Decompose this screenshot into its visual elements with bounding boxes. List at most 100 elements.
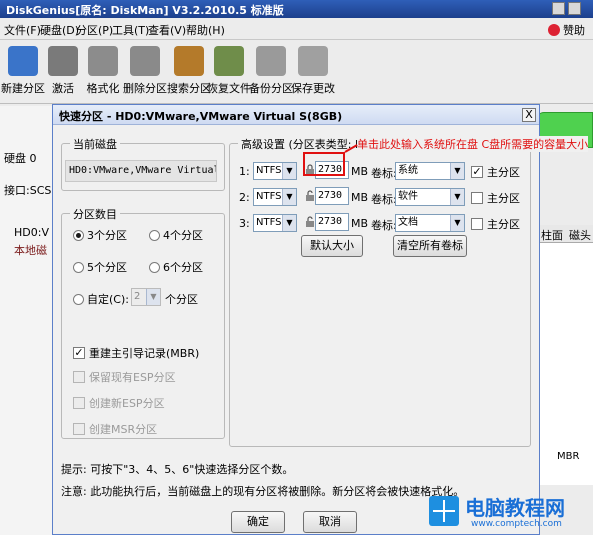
toolbar-label: 保存更改 [291,82,335,95]
dialog-title: 快速分区 - HD0:VMware,VMware Virtual S(8GB) [59,110,343,123]
menu-help[interactable]: 帮助(H) [186,22,225,38]
radio-dot [149,261,160,273]
filesystem-select-1[interactable]: NTFS ▼ [253,162,297,180]
ok-button[interactable]: 确定 [231,511,285,533]
checkbox-label: 主分区 [487,192,520,205]
row-number: 2: [239,191,250,204]
radio-6-partitions[interactable]: 6个分区 [149,259,203,275]
toolbar-backup-partition[interactable]: 备份分区 [248,46,294,102]
rebuild-mbr-checkbox[interactable]: ✓ 重建主引导记录(MBR) [73,345,199,361]
size-field-3[interactable]: 2730 [315,213,349,231]
current-disk-legend: 当前磁盘 [70,136,120,152]
menu-disk[interactable]: 硬盘(D) [40,22,79,38]
radio-dot [73,229,84,241]
create-esp-checkbox[interactable]: 创建新ESP分区 [73,395,165,411]
annotation-text: 单击此处输入系统所在盘 C盘所需要的容量大小 [357,136,589,152]
chevron-down-icon: ▼ [146,289,160,305]
interface-label: 接口:SCSI [4,184,55,197]
volume-label-select-2[interactable]: 软件 ▼ [395,188,465,206]
keep-esp-checkbox[interactable]: 保留现有ESP分区 [73,369,176,385]
maximize-button[interactable] [568,2,581,15]
menu-partition[interactable]: 分区(P) [76,22,113,38]
default-size-button[interactable]: 默认大小 [301,235,363,257]
disk-info-panel: 硬盘 0 接口:SCSI HD0:V 本地磁 [0,106,56,535]
column-cylinder[interactable]: 柱面 [541,227,563,243]
watermark-url: www.comptech.com [471,519,562,529]
format-icon [88,46,118,76]
sponsor-link[interactable]: 赞助 [548,22,585,38]
custom-count-select[interactable]: 2 ▼ [131,288,161,306]
dialog-titlebar: 快速分区 - HD0:VMware,VMware Virtual S(8GB) … [53,105,539,125]
cancel-button[interactable]: 取消 [303,511,357,533]
volume-label-value: 系统 [398,165,418,176]
filesystem-select-3[interactable]: NTFS ▼ [253,214,297,232]
chevron-down-icon: ▼ [282,189,296,205]
toolbar-recover-files[interactable]: 恢复文件 [206,46,252,102]
checkbox-label: 主分区 [487,166,520,179]
tip-text: 提示: 可按下"3、4、5、6"快速选择分区个数。 [61,463,294,476]
unlock-icon[interactable] [305,190,315,202]
radio-4-partitions[interactable]: 4个分区 [149,227,203,243]
column-head[interactable]: 磁头 [569,227,591,243]
toolbar-label: 格式化 [86,82,120,95]
toolbar-label: 恢复文件 [207,82,251,95]
tree-disk[interactable]: HD0:V [14,226,49,239]
radio-dot [149,229,160,241]
clear-labels-button[interactable]: 清空所有卷标 [393,235,467,257]
toolbar: 新建分区 激活 格式化 删除分区 搜索分区 恢复文件 备份分区 保存更改 [0,40,593,104]
size-field-2[interactable]: 2730 [315,187,349,205]
menu-view[interactable]: 查看(V) [148,22,186,38]
volume-label-select-1[interactable]: 系统 ▼ [395,162,465,180]
primary-checkbox-3[interactable]: 主分区 [471,216,520,232]
create-msr-checkbox[interactable]: 创建MSR分区 [73,421,157,437]
checkbox-box: ✓ [73,346,85,359]
sponsor-icon [548,24,560,36]
mbr-label: MBR [557,451,580,462]
recover-files-icon [214,46,244,76]
windows-logo-icon [429,496,459,526]
disk-label: 硬盘 0 [4,152,37,165]
current-disk-value: HD0:VMware,VMware Virtual S [65,160,217,182]
save-changes-icon [298,46,328,76]
radio-label: 自定(C): [87,293,129,306]
volume-label-caption: 卷标: [371,167,397,180]
radio-label: 3个分区 [87,229,127,242]
primary-checkbox-1[interactable]: ✓ 主分区 [471,164,520,180]
radio-5-partitions[interactable]: 5个分区 [73,259,127,275]
radio-custom[interactable]: 自定(C): [73,291,129,307]
search-partition-icon [174,46,204,76]
site-watermark: 电脑教程网 www.comptech.com [423,492,593,535]
checkbox-box [471,192,483,204]
sponsor-label: 赞助 [563,24,585,37]
tree-local[interactable]: 本地磁 [14,242,47,258]
volume-label-value: 文档 [398,217,418,228]
filesystem-value: NTFS [256,165,282,176]
toolbar-format[interactable]: 格式化 [80,46,126,102]
menu-file[interactable]: 文件(F) [4,22,41,38]
unlock-icon[interactable] [305,216,315,228]
filesystem-select-2[interactable]: NTFS ▼ [253,188,297,206]
volume-label-select-3[interactable]: 文档 ▼ [395,214,465,232]
close-button[interactable]: X [522,108,536,122]
primary-checkbox-2[interactable]: 主分区 [471,190,520,206]
filesystem-value: NTFS [256,217,282,228]
minimize-button[interactable] [552,2,565,15]
toolbar-delete-partition[interactable]: 删除分区 [122,46,168,102]
chevron-down-icon: ▼ [450,215,464,231]
checkbox-label: 创建MSR分区 [89,423,158,436]
toolbar-save-changes[interactable]: 保存更改 [290,46,336,102]
partition-count-legend: 分区数目 [70,206,120,222]
menu-tools[interactable]: 工具(T) [112,22,149,38]
checkbox-label: 保留现有ESP分区 [89,371,176,384]
checkbox-box [73,423,85,435]
checkbox-label: 重建主引导记录(MBR) [89,347,200,360]
row-number: 3: [239,217,250,230]
volume-label-value: 软件 [398,191,418,202]
size-unit: MB [351,217,369,230]
delete-partition-icon [130,46,160,76]
filesystem-value: NTFS [256,191,282,202]
custom-count-suffix: 个分区 [165,293,198,306]
radio-3-partitions[interactable]: 3个分区 [73,227,127,243]
volume-label-caption: 卷标: [371,219,397,232]
radio-label: 6个分区 [163,261,203,274]
